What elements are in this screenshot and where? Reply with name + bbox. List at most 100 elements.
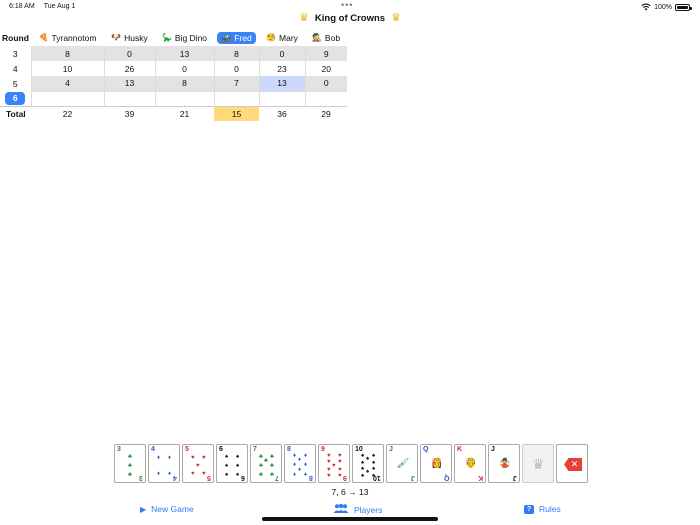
- card-j-green[interactable]: J 🖌 J: [386, 444, 418, 483]
- new-game-button[interactable]: ▶ New Game: [140, 504, 194, 514]
- empty-score-cell[interactable]: [258, 90, 305, 106]
- total-cell: 21: [155, 105, 214, 121]
- suit-pip-icon: ♥: [191, 471, 195, 477]
- card-rank: 8: [287, 446, 291, 453]
- card-q-blue[interactable]: Q 👸 Q: [420, 444, 452, 483]
- rules-label: Rules: [539, 504, 561, 514]
- card-j-black[interactable]: J 🤹 J: [488, 444, 520, 483]
- player-header-row: Round 🍕 Tyrannotom 🐶 Husky 🦕 Big Dino 🚜 Fred…: [0, 29, 347, 46]
- suit-pip-icon: ♥: [327, 473, 331, 479]
- card-rank: 10: [355, 446, 363, 453]
- current-round-cell: 6: [0, 91, 31, 106]
- player-header-husky[interactable]: 🐶 Husky: [104, 29, 155, 46]
- score-cell[interactable]: 0: [154, 61, 214, 76]
- players-label: Players: [354, 504, 383, 515]
- card-rank: Q: [423, 446, 429, 453]
- suit-pip-icon: ♠: [236, 454, 240, 460]
- card-3-green[interactable]: 3 ♣ ♣ ♣ 3: [114, 444, 146, 483]
- score-cell[interactable]: 0: [258, 46, 305, 61]
- title-bar: ♛ King of Crowns ♛: [0, 10, 700, 26]
- score-cell[interactable]: 4: [30, 76, 104, 91]
- suit-pip-icon: ♠: [366, 456, 370, 462]
- suit-pip-icon: ♣: [259, 463, 263, 469]
- delete-button[interactable]: ✕: [556, 444, 588, 483]
- empty-score-cell[interactable]: [30, 90, 104, 106]
- card-4-blue[interactable]: 4 ♦ ♦ ♦ ♦ 4: [148, 444, 180, 483]
- card-8-blue[interactable]: 8 ♦ ♦ ♦ ♦ ♦ ♦ ♦ ♦ 8: [284, 444, 316, 483]
- player-header-tyrannotom[interactable]: 🍕 Tyrannotom: [31, 29, 104, 46]
- selected-score-cell[interactable]: 13: [258, 76, 305, 91]
- score-cell[interactable]: 8: [30, 46, 104, 61]
- card-rank: J: [491, 446, 495, 453]
- score-cell[interactable]: 26: [103, 61, 155, 76]
- score-cell[interactable]: 20: [304, 61, 347, 76]
- suit-pip-icon: ♥: [202, 455, 206, 461]
- score-cell[interactable]: 13: [103, 76, 155, 91]
- card-rank: Q: [443, 474, 449, 481]
- card-rank: 8: [309, 474, 313, 481]
- dinosaur-icon: 🦕: [161, 33, 172, 42]
- score-cell[interactable]: 0: [213, 61, 259, 76]
- rules-button[interactable]: ? Rules: [524, 504, 561, 514]
- card-face-icon: 🖌: [396, 458, 410, 469]
- card-k-red[interactable]: K 🤴 K: [454, 444, 486, 483]
- monocle-face-icon: 🧐: [266, 33, 277, 42]
- player-name: Husky: [124, 32, 148, 43]
- score-cell[interactable]: 8: [154, 76, 214, 91]
- crown-card[interactable]: ♛: [522, 444, 554, 483]
- card-10-black[interactable]: 10 ♠ ♠ ♠ ♠ ♠ ♠ ♠ ♠ ♠ ♠ 10: [352, 444, 384, 483]
- score-cell[interactable]: 0: [304, 76, 347, 91]
- player-header-big-dino[interactable]: 🦕 Big Dino: [155, 29, 214, 46]
- crown-icon: ♛: [532, 456, 545, 472]
- home-indicator[interactable]: [262, 517, 438, 521]
- card-5-red[interactable]: 5 ♥ ♥ ♥ ♥ ♥ 5: [182, 444, 214, 483]
- player-header-bob[interactable]: 🕵 Bob: [305, 29, 347, 46]
- suit-pip-icon: ♠: [372, 453, 376, 459]
- player-header-mary[interactable]: 🧐 Mary: [259, 29, 305, 46]
- pizza-icon: 🍕: [38, 33, 49, 42]
- score-cell[interactable]: 23: [258, 61, 305, 76]
- suit-pip-icon: ♣: [128, 472, 132, 478]
- empty-score-cell[interactable]: [213, 90, 259, 106]
- suit-pip-icon: ♦: [293, 472, 297, 478]
- suit-pip-icon: ♦: [298, 467, 302, 473]
- total-row: Total 22 39 21 15 36 29: [0, 105, 347, 121]
- empty-score-cell[interactable]: [154, 90, 214, 106]
- player-name: Tyrannotom: [51, 32, 97, 43]
- empty-score-cell[interactable]: [304, 90, 347, 106]
- card-6-black[interactable]: 6 ♠ ♠ ♠ ♠ ♠ ♠ 6: [216, 444, 248, 483]
- crown-icon: ♛: [299, 11, 309, 24]
- card-rank: 4: [151, 446, 155, 453]
- player-name: Bob: [324, 32, 341, 43]
- card-rank: 6: [219, 446, 223, 453]
- score-cell[interactable]: 0: [103, 46, 155, 61]
- current-round-badge[interactable]: 6: [5, 91, 26, 105]
- total-cell: 39: [104, 105, 155, 121]
- card-rank: 9: [343, 474, 347, 481]
- card-rank: 9: [321, 446, 325, 453]
- multitasking-dots[interactable]: •••: [341, 1, 353, 10]
- score-cell[interactable]: 9: [304, 46, 347, 61]
- suit-pip-icon: ♠: [225, 454, 229, 460]
- suit-pip-icon: ♠: [361, 466, 365, 472]
- score-cell[interactable]: 8: [213, 46, 259, 61]
- current-round-row: 6: [0, 90, 347, 106]
- score-cell[interactable]: 10: [30, 61, 104, 76]
- card-rank: J: [513, 474, 517, 481]
- player-chip: 🧐 Mary: [262, 32, 302, 44]
- card-tray: 3 ♣ ♣ ♣ 3 4 ♦ ♦ ♦ ♦ 4 5 ♥ ♥ ♥ ♥ ♥ 5 6 ♠ ♠ ♠ ♠ ♠ ♠ 6 7 ♣ ♣ ♣ ♣ ♣ ♣ ♣ 7 8 ♦ ♦ ♦ ♦…: [114, 444, 588, 483]
- players-button[interactable]: Players: [333, 503, 383, 515]
- card-9-red[interactable]: 9 ♥ ♥ ♥ ♥ ♥ ♥ ♥ ♥ ♥ 9: [318, 444, 350, 483]
- score-cell[interactable]: 13: [154, 46, 214, 61]
- suit-pip-icon: ♣: [259, 472, 263, 478]
- player-chip: 🍕 Tyrannotom: [35, 32, 101, 44]
- people-icon: [333, 503, 349, 515]
- suit-pip-icon: ♥: [196, 463, 200, 469]
- card-7-green[interactable]: 7 ♣ ♣ ♣ ♣ ♣ ♣ ♣ 7: [250, 444, 282, 483]
- player-chip: 🦕 Big Dino: [158, 32, 211, 44]
- player-header-fred[interactable]: 🚜 Fred: [214, 29, 259, 46]
- suit-pip-icon: ♦: [293, 462, 297, 468]
- empty-score-cell[interactable]: [103, 90, 155, 106]
- score-cell[interactable]: 7: [213, 76, 259, 91]
- suit-pip-icon: ♣: [270, 472, 274, 478]
